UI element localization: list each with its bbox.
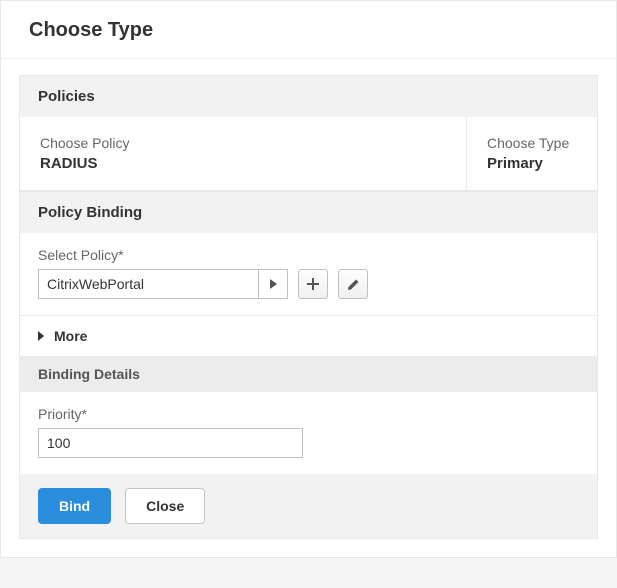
pencil-icon — [347, 278, 360, 291]
add-policy-button[interactable] — [298, 269, 328, 299]
choose-policy-label: Choose Policy — [40, 135, 446, 151]
bind-button[interactable]: Bind — [38, 488, 111, 524]
close-button[interactable]: Close — [125, 488, 205, 524]
policy-binding-header: Policy Binding — [20, 192, 597, 233]
choose-type-cell[interactable]: Choose Type Primary — [467, 117, 597, 190]
button-bar: Bind Close — [20, 474, 597, 538]
priority-label: Priority* — [38, 406, 579, 422]
choose-type-label: Choose Type — [487, 135, 577, 151]
policies-body: Choose Policy RADIUS Choose Type Primary — [20, 117, 597, 190]
select-policy-label: Select Policy* — [38, 247, 579, 263]
policy-binding-panel: Policy Binding Select Policy* — [19, 191, 598, 539]
select-policy-section: Select Policy* — [20, 233, 597, 315]
more-label: More — [54, 328, 87, 344]
select-policy-input-wrap — [38, 269, 288, 299]
binding-details-header: Binding Details — [20, 356, 597, 392]
select-policy-row — [38, 269, 579, 299]
select-policy-input[interactable] — [38, 269, 258, 299]
triangle-right-icon — [38, 331, 44, 341]
policies-panel: Policies Choose Policy RADIUS Choose Typ… — [19, 75, 598, 191]
page-title: Choose Type — [1, 1, 616, 59]
chevron-right-icon — [270, 279, 277, 289]
policies-header: Policies — [20, 76, 597, 117]
choose-type-page: Choose Type Policies Choose Policy RADIU… — [0, 0, 617, 558]
edit-policy-button[interactable] — [338, 269, 368, 299]
plus-icon — [307, 278, 319, 290]
more-toggle[interactable]: More — [20, 315, 597, 356]
priority-section: Priority* — [20, 392, 597, 474]
choose-policy-value: RADIUS — [40, 155, 446, 172]
priority-input[interactable] — [38, 428, 303, 458]
choose-policy-cell[interactable]: Choose Policy RADIUS — [20, 117, 467, 190]
choose-type-value: Primary — [487, 155, 577, 172]
select-policy-browse-button[interactable] — [258, 269, 288, 299]
